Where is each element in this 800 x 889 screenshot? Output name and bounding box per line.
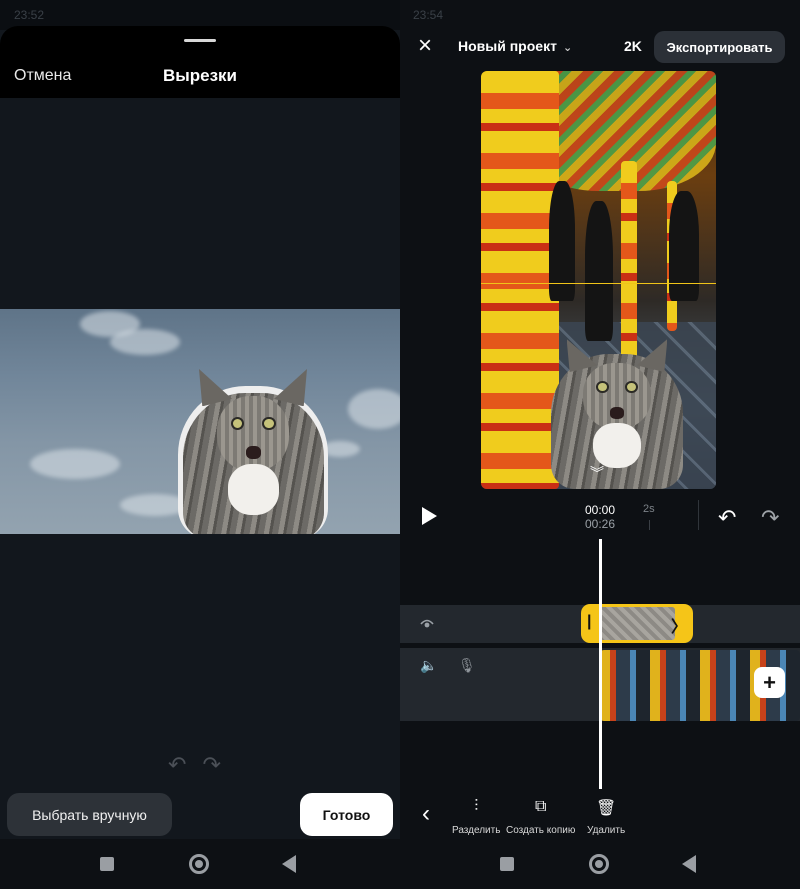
divider [698, 500, 699, 530]
video-preview[interactable]: ︾ [481, 71, 716, 489]
playhead[interactable] [599, 539, 602, 789]
close-icon[interactable]: × [418, 34, 432, 58]
video-editor-screen: 23:54 × Новый проект ⌄ 2K Экспортировать … [400, 0, 800, 889]
cutout-preview[interactable] [0, 309, 400, 534]
cloud [110, 329, 180, 355]
status-time: 23:54 [413, 8, 444, 22]
back-icon[interactable] [282, 855, 296, 873]
guide-line [481, 283, 716, 284]
visibility-icon[interactable] [420, 617, 434, 629]
resolution-button[interactable]: 2K [624, 38, 642, 54]
add-clip-button[interactable]: + [754, 667, 785, 698]
split-button[interactable]: ⫶ Разделить [452, 798, 500, 838]
back-icon[interactable] [682, 855, 696, 873]
system-navbar [0, 839, 400, 889]
cat-cutout-image[interactable] [178, 369, 328, 534]
home-icon[interactable] [589, 854, 609, 874]
undo-icon[interactable]: ↶ [718, 505, 736, 531]
cloud [30, 449, 120, 479]
status-time: 23:52 [14, 8, 45, 22]
trim-handle-right[interactable]: 〉 [671, 613, 687, 637]
cutout-editor-screen: 23:52 Отмена Вырезки ↶ ↷ Выбрать вручную… [0, 0, 400, 889]
home-icon[interactable] [189, 854, 209, 874]
redo-icon[interactable]: ↷ [202, 752, 220, 778]
delete-button[interactable]: 🗑 Удалить [587, 798, 625, 838]
duplicate-button[interactable]: ⧉ Создать копию [506, 798, 575, 838]
project-name: Новый проект [458, 38, 557, 54]
split-icon: ⫶ [474, 798, 479, 815]
split-label: Разделить [452, 825, 501, 836]
recents-icon[interactable] [500, 857, 514, 871]
cloud [348, 389, 400, 429]
system-navbar [400, 839, 800, 889]
sheet-header: Отмена Вырезки [0, 26, 400, 98]
sheet-title: Вырезки [162, 66, 238, 85]
sticker-clip-thumbnails [599, 607, 675, 640]
play-icon[interactable] [422, 507, 437, 525]
cat-sticker[interactable] [547, 339, 687, 489]
collapse-chevron-icon[interactable]: ︾ [590, 463, 604, 483]
person [585, 201, 613, 341]
recents-icon[interactable] [100, 857, 114, 871]
trim-handle-left[interactable]: | [587, 613, 591, 631]
project-name-dropdown[interactable]: Новый проект ⌄ [458, 38, 572, 54]
delete-label: Удалить [587, 825, 626, 836]
undo-redo-group: ↶ ↷ [168, 752, 221, 778]
microphone-icon[interactable]: 🎙 [458, 657, 476, 674]
drag-handle[interactable] [184, 39, 216, 42]
redo-icon[interactable]: ↷ [761, 505, 779, 531]
current-time: 00:00 [585, 503, 616, 517]
done-button[interactable]: Готово [300, 793, 393, 836]
total-time: 00:26 [585, 517, 616, 531]
chevron-down-icon: ⌄ [562, 42, 573, 54]
person [669, 191, 699, 301]
trash-icon: 🗑 [595, 800, 617, 817]
select-manually-button[interactable]: Выбрать вручную [7, 793, 172, 836]
toolbar-back-icon[interactable]: ‹ [422, 800, 430, 828]
duplicate-label: Создать копию [506, 825, 576, 836]
pillar [621, 161, 637, 361]
undo-icon[interactable]: ↶ [168, 752, 186, 778]
selected-sticker-clip[interactable]: | 〉 [581, 604, 693, 643]
export-button[interactable]: Экспортировать [654, 31, 785, 63]
volume-icon[interactable]: 🔈 [420, 657, 437, 674]
timeline-tick-label: 2s [643, 503, 655, 515]
timeline-tick [649, 520, 650, 530]
copy-icon: ⧉ [534, 798, 547, 815]
